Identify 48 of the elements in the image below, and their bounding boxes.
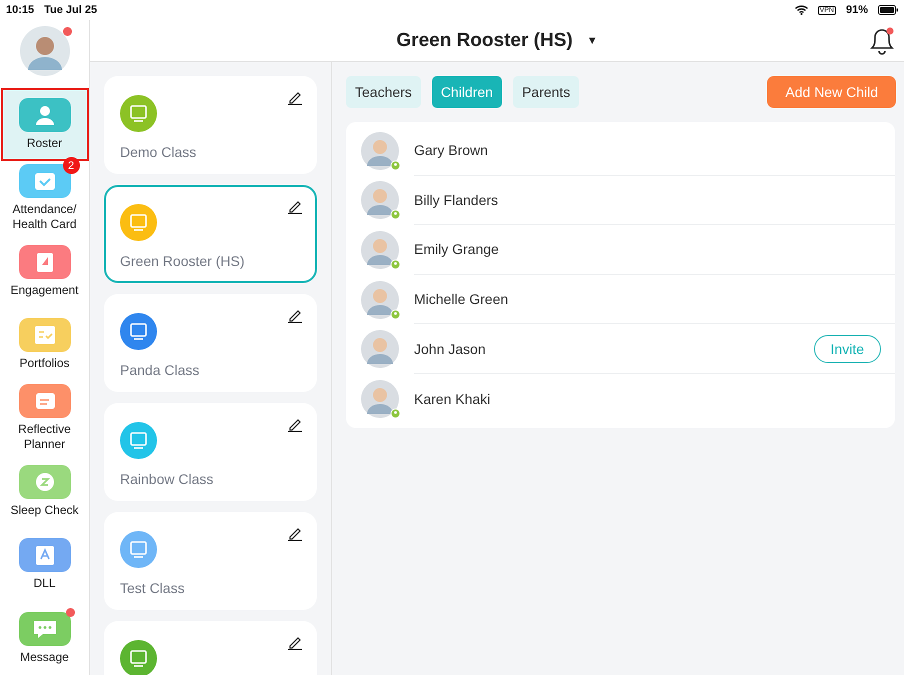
- sidebar-item[interactable]: Engagement: [0, 234, 88, 308]
- edit-icon[interactable]: [288, 417, 302, 432]
- child-name: Karen Khaki: [414, 390, 490, 407]
- sidebar-label: DLL: [32, 576, 56, 592]
- sidebar-item[interactable]: Reflective Planner: [0, 382, 88, 455]
- class-title[interactable]: Green Rooster (HS): [396, 30, 573, 52]
- sidebar-label: Reflective Planner: [17, 422, 72, 452]
- edit-icon[interactable]: [288, 90, 302, 105]
- sidebar-label: Message: [19, 650, 70, 665]
- child-name: Emily Grange: [414, 241, 499, 258]
- child-name: John Jason: [414, 340, 486, 357]
- class-name: Panda Class: [120, 362, 200, 378]
- clock-time: 10:15: [6, 4, 34, 16]
- roster-tab[interactable]: Teachers: [346, 76, 421, 108]
- notification-bell-icon[interactable]: [868, 26, 896, 56]
- battery-icon: [878, 5, 898, 15]
- child-name: Michelle Green: [414, 291, 508, 308]
- class-name: Demo Class: [120, 144, 198, 160]
- sidebar-label: Roster: [26, 136, 64, 152]
- class-card[interactable]: Green Rooster (HS): [104, 185, 317, 283]
- class-name: Test Class: [120, 580, 186, 596]
- sidebar-label: Attendance/ Health Card: [11, 202, 78, 232]
- class-name: Green Rooster (HS): [120, 253, 246, 269]
- class-card[interactable]: Panda Class: [104, 294, 317, 392]
- profile-avatar[interactable]: [20, 26, 70, 76]
- class-name: Rainbow Class: [120, 471, 214, 487]
- battery-percent: 91%: [846, 4, 868, 16]
- sidebar-item[interactable]: DLL: [0, 528, 88, 602]
- dropdown-caret[interactable]: ▼: [586, 34, 598, 46]
- class-card[interactable]: Demo Class: [104, 76, 317, 174]
- child-name: Billy Flanders: [414, 192, 498, 208]
- child-name: Gary Brown: [414, 142, 488, 158]
- edit-icon[interactable]: [288, 199, 302, 214]
- class-card[interactable]: Rainbow Class: [104, 403, 317, 501]
- sidebar-item[interactable]: Roster: [0, 88, 88, 162]
- sidebar-item[interactable]: Message: [0, 602, 88, 675]
- edit-icon[interactable]: [288, 308, 302, 323]
- edit-icon[interactable]: [288, 526, 302, 541]
- class-card[interactable]: Test Class: [104, 512, 317, 610]
- edit-icon[interactable]: [288, 635, 302, 650]
- roster-tab[interactable]: Parents: [512, 76, 580, 108]
- sidebar-label: Sleep Check: [9, 503, 80, 518]
- sidebar-label: Engagement: [9, 282, 80, 298]
- sidebar-item[interactable]: Sleep Check: [0, 454, 88, 528]
- date: Tue Jul 25: [44, 4, 98, 16]
- wifi-icon: [794, 5, 808, 15]
- sidebar-label: Portfolios: [18, 356, 71, 372]
- sidebar-item[interactable]: Portfolios: [0, 308, 88, 382]
